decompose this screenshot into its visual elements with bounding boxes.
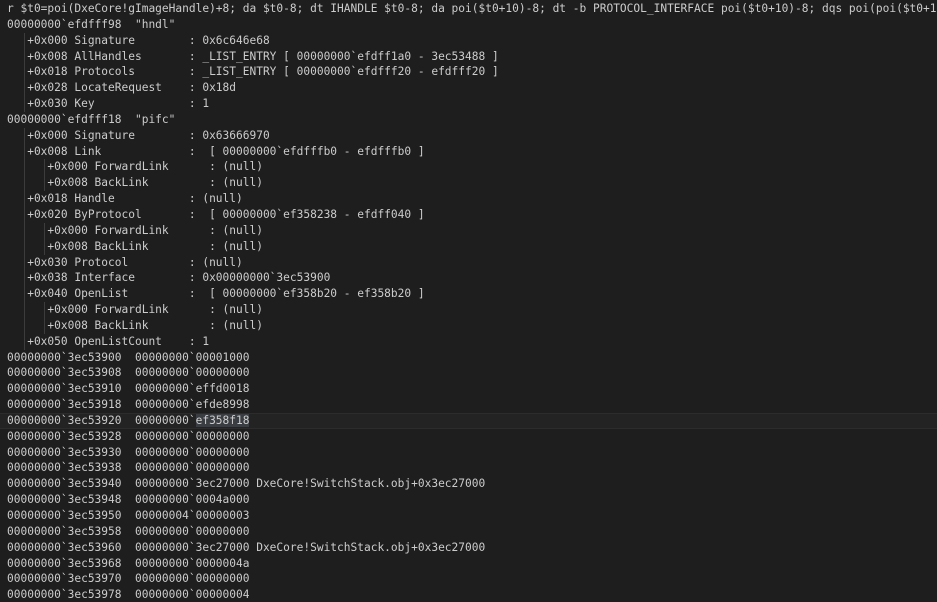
output-line: +0x030 Key : 1 xyxy=(7,96,210,112)
output-line: +0x008 BackLink : (null) xyxy=(7,175,263,192)
output-line: 00000000`3ec53940 00000000`3ec27000 DxeC… xyxy=(7,477,486,491)
indent-guide xyxy=(23,159,25,176)
indent-guide xyxy=(23,127,25,144)
indent-guide xyxy=(43,238,45,255)
indent-guide xyxy=(23,254,25,271)
output-line: 00000000`efdfff98 "hndl" xyxy=(7,17,176,31)
indent-guide xyxy=(23,32,25,49)
command-line: r $t0=poi(DxeCore!gImageHandle)+8; da $t… xyxy=(7,2,937,15)
output-line: 00000000`3ec53958 00000000`00000000 xyxy=(7,524,250,538)
indent-guide xyxy=(23,143,25,160)
output-line: 00000000`3ec53928 00000000`00000000 xyxy=(7,429,250,443)
indent-guide xyxy=(23,302,25,318)
output-line: 00000000`3ec53918 00000000`efde8998 xyxy=(7,398,250,412)
output-line: +0x040 OpenList : [ 00000000`ef358b20 - … xyxy=(7,286,425,303)
indent-guide xyxy=(23,48,25,65)
selected-text[interactable]: ef358f18 xyxy=(195,413,250,427)
output-line: +0x000 ForwardLink : (null) xyxy=(7,302,263,318)
indent-guide xyxy=(43,302,45,318)
output-line: 00000000`3ec53900 00000000`00001000 xyxy=(7,350,250,364)
indent-guide xyxy=(43,175,45,192)
indent-guide xyxy=(43,317,45,334)
debugger-output-panel[interactable]: r $t0=poi(DxeCore!gImageHandle)+8; da $t… xyxy=(0,0,937,602)
indent-guide xyxy=(23,96,25,112)
output-line: +0x000 ForwardLink : (null) xyxy=(7,222,263,239)
output-lines: 00000000`efdfff98 "hndl" +0x000 Signatur… xyxy=(0,17,937,602)
output-line: +0x008 BackLink : (null) xyxy=(7,317,263,334)
output-line: 00000000`efdfff18 "pifc" xyxy=(7,112,176,126)
output-line: +0x000 Signature : 0x63666970 xyxy=(7,127,270,144)
indent-guide xyxy=(23,222,25,239)
output-line: 00000000`3ec53950 00000004`00000003 xyxy=(7,509,250,522)
indent-guide xyxy=(23,175,25,192)
output-line: 00000000`3ec53968 00000000`0000004a xyxy=(7,556,250,570)
indent-guide xyxy=(23,206,25,223)
indent-guide xyxy=(23,333,25,350)
output-line: +0x000 Signature : 0x6c646e68 xyxy=(7,32,270,49)
indent-guide xyxy=(23,286,25,303)
output-line: 00000000`3ec53978 00000000`00000004 xyxy=(7,588,250,602)
output-line: +0x000 ForwardLink : (null) xyxy=(7,159,263,176)
output-line: 00000000`3ec53960 00000000`3ec27000 DxeC… xyxy=(7,540,486,554)
output-line: +0x008 BackLink : (null) xyxy=(7,238,263,255)
output-line: +0x050 OpenListCount : 1 xyxy=(7,333,210,350)
output-line: +0x008 AllHandles : _LIST_ENTRY [ 000000… xyxy=(7,48,499,65)
output-line: +0x028 LocateRequest : 0x18d xyxy=(7,80,237,97)
output-line: 00000000`3ec53938 00000000`00000000 xyxy=(7,461,250,475)
output-line: +0x030 Protocol : (null) xyxy=(7,254,243,271)
output-line: 00000000`3ec53970 00000000`00000000 xyxy=(7,572,250,586)
indent-guide xyxy=(23,317,25,334)
indent-guide xyxy=(23,64,25,81)
indent-guide xyxy=(23,238,25,255)
output-line: +0x018 Protocols : _LIST_ENTRY [ 0000000… xyxy=(7,64,499,81)
indent-guide xyxy=(23,80,25,97)
output-line: 00000000`3ec53908 00000000`00000000 xyxy=(7,366,250,380)
indent-guide xyxy=(43,159,45,176)
output-line: +0x008 Link : [ 00000000`efdfffb0 - efdf… xyxy=(7,143,425,160)
indent-guide xyxy=(43,222,45,239)
current-line: 00000000`3ec53920 00000000`ef358f18 xyxy=(0,412,937,429)
output-line: 00000000`3ec53948 00000000`0004a000 xyxy=(7,493,250,507)
indent-guide xyxy=(23,191,25,207)
output-line: +0x020 ByProtocol : [ 00000000`ef358238 … xyxy=(7,206,425,223)
output-line: 00000000`3ec53910 00000000`effd0018 xyxy=(7,382,250,396)
output-line: +0x018 Handle : (null) xyxy=(7,191,243,207)
output-line: +0x038 Interface : 0x00000000`3ec53900 xyxy=(7,270,331,287)
output-line: 00000000`3ec53930 00000000`00000000 xyxy=(7,445,250,459)
indent-guide xyxy=(23,270,25,287)
